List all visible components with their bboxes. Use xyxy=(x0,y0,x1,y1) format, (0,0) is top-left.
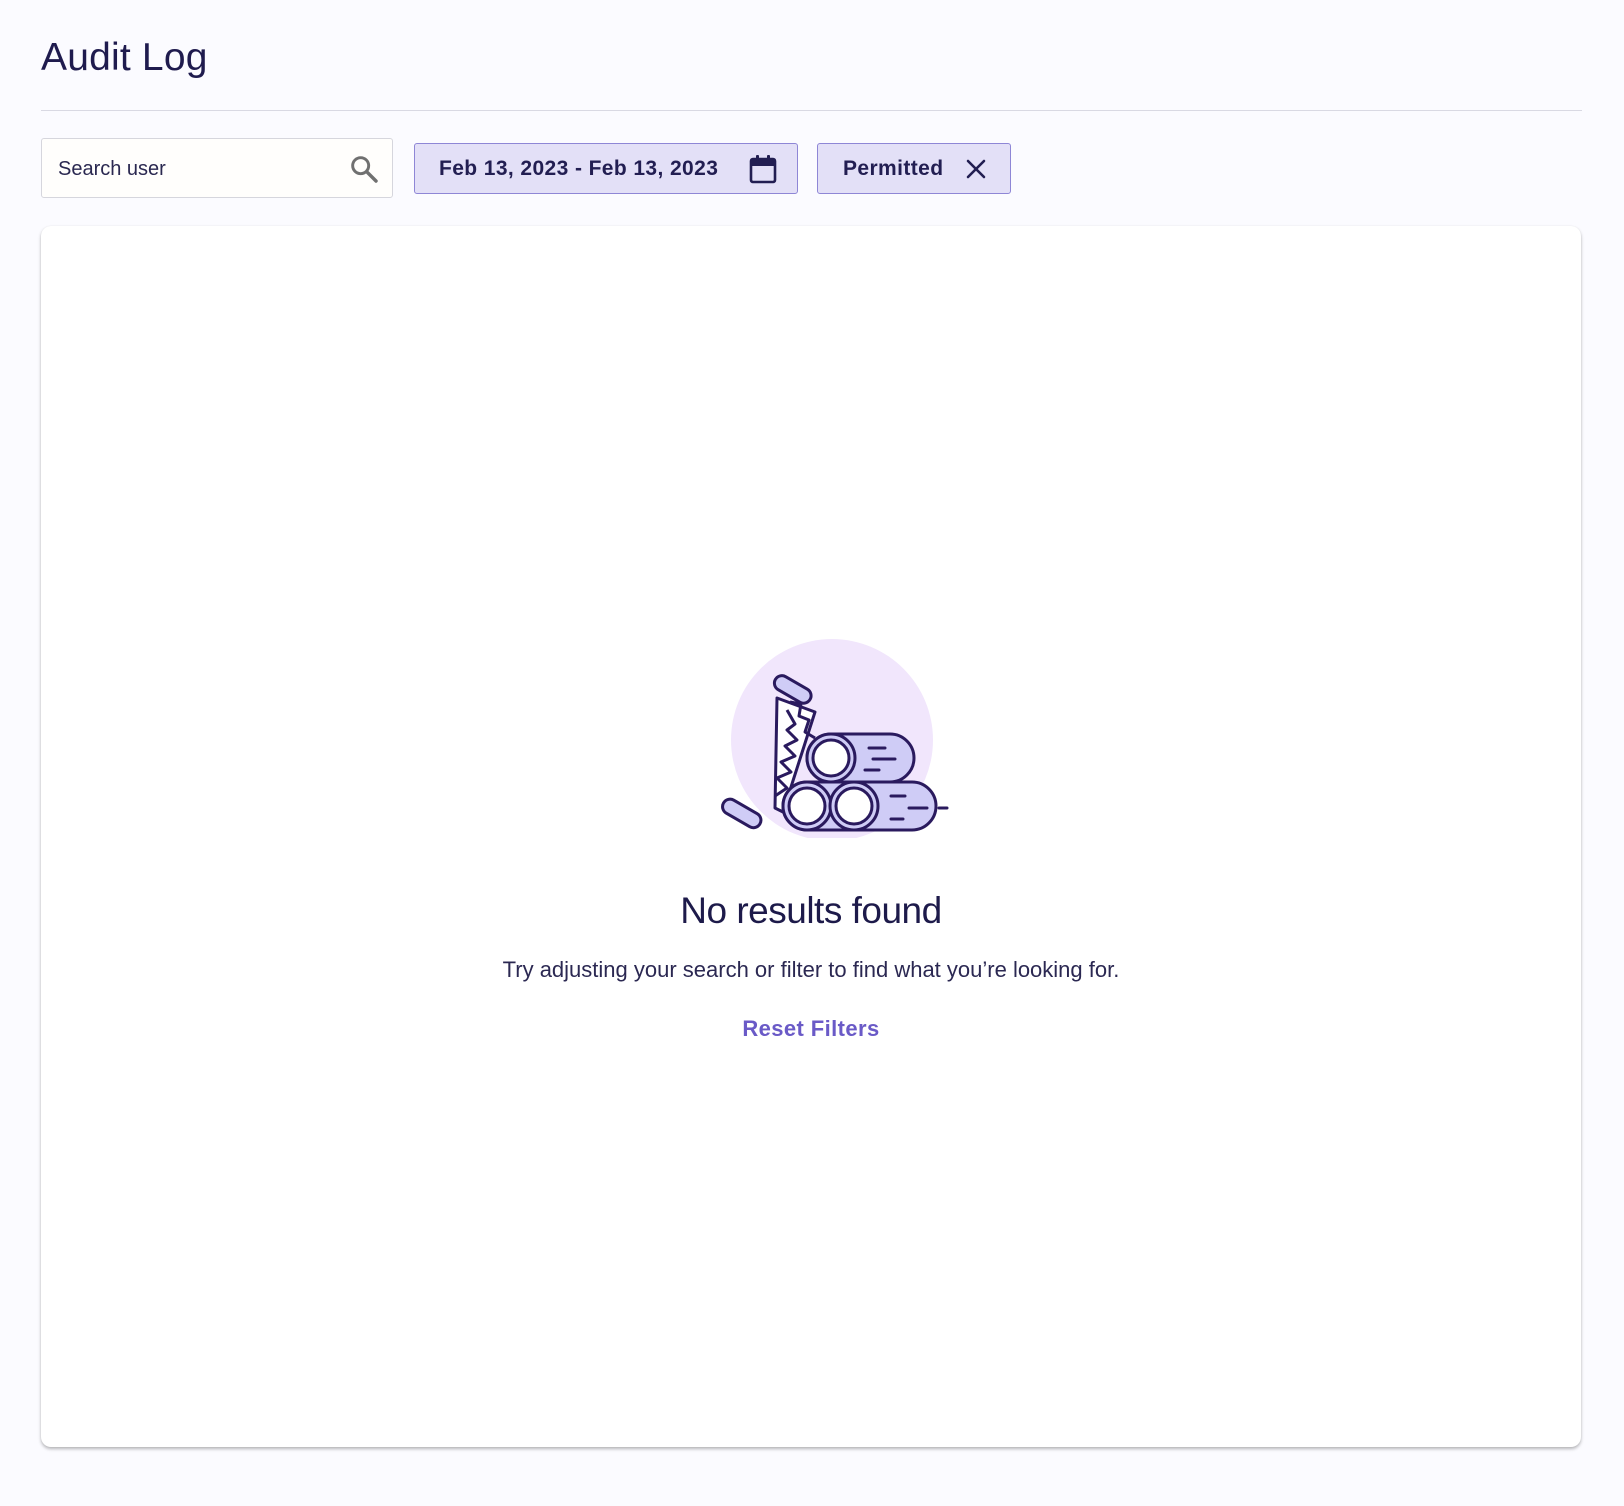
search-input[interactable] xyxy=(56,139,340,199)
header-divider xyxy=(41,110,1582,111)
date-range-filter[interactable]: Feb 13, 2023 - Feb 13, 2023 xyxy=(414,143,798,194)
close-icon[interactable] xyxy=(964,157,988,181)
logs-and-saw-illustration xyxy=(721,639,949,838)
reset-filters-button[interactable]: Reset Filters xyxy=(41,1016,1581,1042)
empty-state-title: No results found xyxy=(680,890,942,931)
status-filter-chip[interactable]: Permitted xyxy=(817,143,1011,194)
status-filter-label: Permitted xyxy=(843,156,944,180)
page-title: Audit Log xyxy=(41,36,208,79)
calendar-icon[interactable] xyxy=(749,154,777,184)
search-icon[interactable] xyxy=(348,153,380,185)
results-card: No results found Try adjusting your sear… xyxy=(41,226,1581,1447)
empty-state-message: Try adjusting your search or filter to f… xyxy=(502,957,1120,982)
date-range-label: Feb 13, 2023 - Feb 13, 2023 xyxy=(439,156,719,180)
search-box[interactable] xyxy=(41,138,393,199)
